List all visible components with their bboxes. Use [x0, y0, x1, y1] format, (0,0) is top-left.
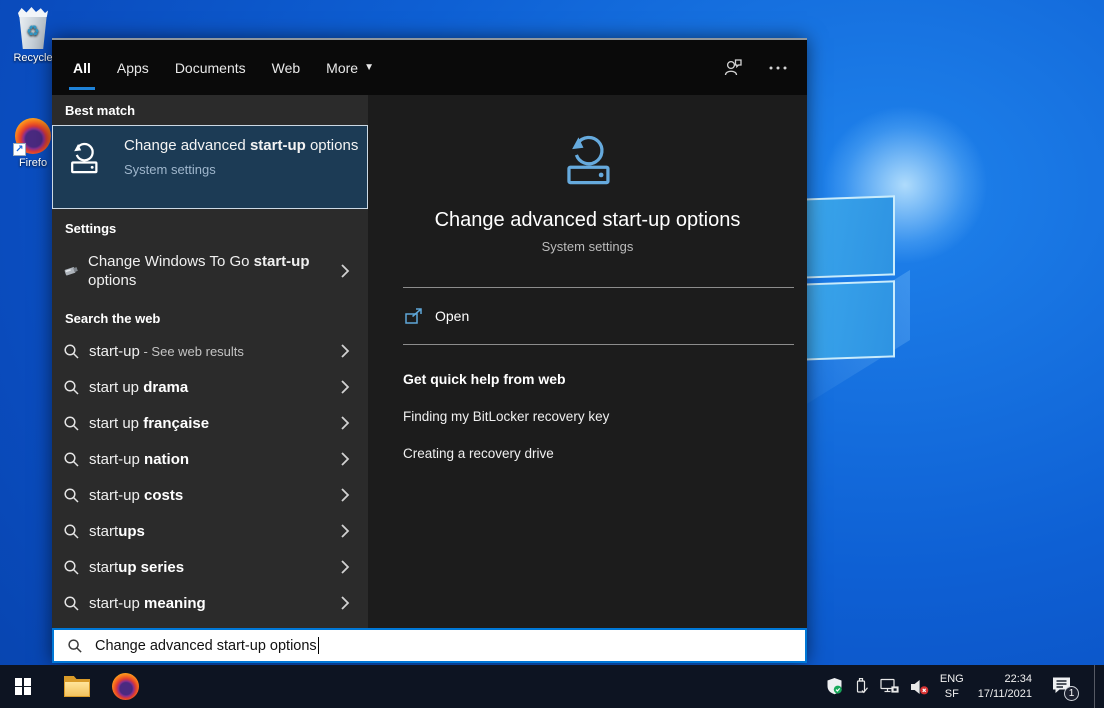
security-shield-icon[interactable]	[826, 678, 843, 695]
windows-to-go-icon	[62, 263, 80, 279]
results-column: Best match Change advanced start-up opti…	[52, 95, 368, 628]
chevron-right-icon	[340, 415, 350, 431]
taskbar: ENG SF 22:34 17/11/2021 1	[0, 665, 1104, 708]
search-icon	[67, 638, 83, 654]
tab-all[interactable]: All	[73, 40, 91, 95]
advanced-startup-icon-large	[559, 131, 617, 189]
firefox-icon: ↗	[15, 118, 51, 154]
best-match-result[interactable]: Change advanced start-up options System …	[52, 125, 368, 209]
file-explorer-icon	[64, 676, 90, 697]
quick-help-header: Get quick help from web	[368, 345, 807, 387]
search-flyout: All Apps Documents Web More▼	[52, 38, 807, 663]
preview-panel: Change advanced start-up options System …	[368, 95, 807, 628]
chevron-right-icon	[340, 523, 350, 539]
more-options-icon[interactable]	[769, 65, 787, 71]
volume-muted-icon[interactable]	[910, 679, 929, 695]
show-desktop-button[interactable]	[1094, 665, 1100, 708]
chevron-right-icon	[340, 343, 350, 359]
web-suggestion[interactable]: startup series	[52, 549, 368, 585]
windows-logo-icon	[15, 678, 32, 695]
search-icon	[63, 451, 80, 468]
suggestion-text: startups	[89, 523, 145, 540]
usb-eject-icon[interactable]	[854, 678, 869, 695]
preview-title: Change advanced start-up options	[435, 209, 741, 232]
preview-subtitle: System settings	[542, 239, 634, 254]
best-match-title: Change advanced start-up options	[124, 137, 358, 154]
taskbar-clock[interactable]: 22:34 17/11/2021	[978, 672, 1032, 702]
network-icon[interactable]	[880, 678, 899, 695]
search-icon	[63, 415, 80, 432]
advanced-startup-icon	[66, 140, 102, 176]
recycle-bin-icon: ♻	[16, 7, 50, 49]
open-action[interactable]: Open	[368, 288, 807, 344]
tab-documents[interactable]: Documents	[175, 40, 246, 95]
screen: ♻ Recycle ↗ Firefo All Apps Documents We…	[0, 0, 1104, 708]
search-icon	[63, 487, 80, 504]
search-icon	[63, 523, 80, 540]
best-match-header: Best match	[52, 95, 368, 125]
suggestion-text: start-up meaning	[89, 595, 206, 612]
taskbar-firefox[interactable]	[102, 665, 148, 708]
search-input[interactable]: Change advanced start-up options	[52, 628, 807, 663]
search-input-value: Change advanced start-up options	[95, 638, 317, 654]
chevron-right-icon	[340, 559, 350, 575]
chevron-right-icon	[340, 595, 350, 611]
suggestion-text: start-up - See web results	[89, 343, 244, 360]
notification-badge: 1	[1064, 686, 1079, 701]
chevron-right-icon	[340, 451, 350, 467]
shortcut-arrow-icon: ↗	[13, 143, 26, 156]
settings-result-title: Change Windows To Go start-up options	[88, 252, 326, 291]
chevron-right-icon	[340, 263, 350, 279]
open-label: Open	[435, 308, 469, 324]
language-indicator[interactable]: ENG SF	[940, 672, 964, 702]
open-external-icon	[405, 308, 423, 325]
start-button[interactable]	[0, 665, 46, 708]
web-suggestion[interactable]: start up française	[52, 405, 368, 441]
web-suggestion[interactable]: start-up costs	[52, 477, 368, 513]
help-link-bitlocker[interactable]: Finding my BitLocker recovery key	[368, 387, 807, 424]
search-icon	[63, 343, 80, 360]
action-center-button[interactable]: 1	[1051, 676, 1075, 698]
suggestion-text: start-up nation	[89, 451, 189, 468]
web-suggestion[interactable]: start up drama	[52, 369, 368, 405]
text-caret	[318, 637, 319, 654]
tab-apps[interactable]: Apps	[117, 40, 149, 95]
search-tabbar: All Apps Documents Web More▼	[52, 40, 807, 95]
settings-result[interactable]: Change Windows To Go start-up options	[52, 243, 368, 299]
firefox-icon	[112, 673, 139, 700]
suggestion-text: start up française	[89, 415, 209, 432]
system-tray: ENG SF 22:34 17/11/2021 1	[826, 665, 1104, 708]
account-feedback-icon[interactable]	[723, 58, 743, 77]
web-suggestion[interactable]: start-up - See web results	[52, 333, 368, 369]
web-suggestion[interactable]: start-up nation	[52, 441, 368, 477]
search-icon	[63, 559, 80, 576]
suggestion-text: startup series	[89, 559, 184, 576]
tab-more[interactable]: More▼	[326, 40, 374, 95]
chevron-right-icon	[340, 487, 350, 503]
taskbar-file-explorer[interactable]	[54, 665, 100, 708]
chevron-right-icon	[340, 379, 350, 395]
best-match-subtitle: System settings	[124, 162, 358, 177]
search-icon	[63, 379, 80, 396]
chevron-down-icon: ▼	[364, 62, 374, 73]
web-suggestion[interactable]: start-up meaning	[52, 585, 368, 621]
search-icon	[63, 595, 80, 612]
settings-header: Settings	[52, 209, 368, 243]
help-link-recovery-drive[interactable]: Creating a recovery drive	[368, 424, 807, 461]
search-web-header: Search the web	[52, 299, 368, 333]
suggestion-text: start up drama	[89, 379, 188, 396]
suggestion-text: start-up costs	[89, 487, 183, 504]
tab-web[interactable]: Web	[272, 40, 301, 95]
web-suggestion[interactable]: startups	[52, 513, 368, 549]
